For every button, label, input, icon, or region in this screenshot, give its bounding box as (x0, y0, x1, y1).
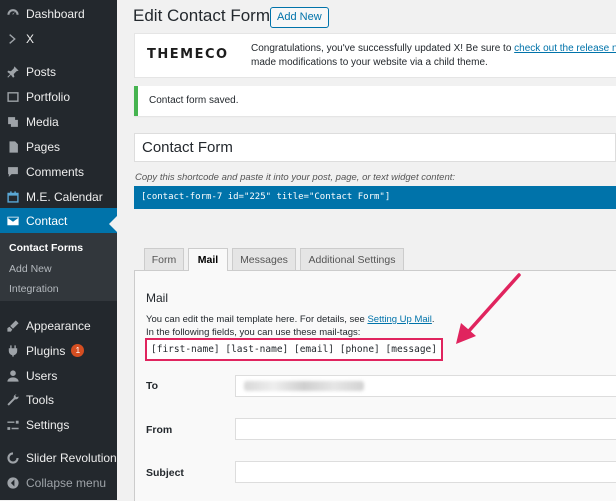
tools-icon (6, 393, 20, 407)
sidebar-item-label: X (26, 31, 35, 46)
to-label: To (146, 380, 159, 392)
from-label: From (146, 424, 173, 436)
sidebar-item-label: Users (26, 368, 58, 383)
pages-icon (6, 140, 20, 154)
sidebar-item-label: Slider Revolution (26, 450, 117, 465)
main-content: Edit Contact Form Add New THEMECO Congra… (117, 0, 616, 501)
page-title: Edit Contact Form (133, 6, 270, 25)
admin-sidebar: Dashboard X Posts Portfolio Media Pages … (0, 0, 117, 500)
shortcode-box[interactable]: [contact-form-7 id="225" title="Contact … (134, 186, 616, 209)
saved-notice-text: Contact form saved. (149, 95, 239, 106)
contact-submenu: Contact Forms Add New Integration (0, 233, 117, 301)
sidebar-item-settings[interactable]: Settings (0, 412, 117, 437)
notice-text: Congratulations, you've successfully upd… (251, 43, 515, 54)
submenu-integration[interactable]: Integration (9, 283, 59, 295)
sidebar-item-label: Portfolio (26, 89, 71, 104)
comments-icon (6, 165, 20, 179)
shortcode-label: Copy this shortcode and paste it into yo… (135, 172, 456, 183)
setting-up-mail-link[interactable]: Setting Up Mail (367, 314, 431, 325)
collapse-menu-button[interactable]: Collapse menu (0, 470, 117, 495)
mail-icon (6, 214, 20, 228)
plugins-icon (6, 344, 20, 358)
submenu-add-new[interactable]: Add New (9, 263, 52, 275)
sidebar-item-label: M.E. Calendar (26, 189, 103, 204)
pin-icon (6, 65, 20, 79)
subject-input[interactable] (235, 461, 616, 483)
sidebar-item-pages[interactable]: Pages (0, 134, 117, 159)
sidebar-item-label: Pages (26, 139, 61, 154)
themeco-logo: THEMECO (147, 47, 229, 62)
tab-additional-settings[interactable]: Additional Settings (300, 248, 404, 270)
sidebar-item-appearance[interactable]: Appearance (0, 313, 117, 338)
themeco-notice-text: Congratulations, you've successfully upd… (251, 42, 616, 70)
sidebar-item-media[interactable]: Media (0, 109, 117, 134)
sidebar-item-slider-revolution[interactable]: Slider Revolution (0, 445, 117, 470)
appearance-icon (6, 319, 20, 333)
subject-label: Subject (146, 467, 184, 479)
calendar-icon (6, 190, 20, 204)
sidebar-item-plugins[interactable]: Plugins 1 (0, 338, 117, 363)
sidebar-item-tools[interactable]: Tools (0, 387, 117, 412)
media-icon (6, 115, 20, 129)
themeco-update-notice: THEMECO Congratulations, you've successf… (134, 33, 616, 78)
sidebar-item-label: Contact (26, 213, 68, 228)
sidebar-item-comments[interactable]: Comments (0, 159, 117, 184)
release-notes-link[interactable]: check out the release not (514, 43, 616, 54)
dashboard-icon (6, 7, 20, 21)
users-icon (6, 369, 20, 383)
to-input[interactable] (235, 375, 616, 397)
notice-text-line2: made modifications to your website via a… (251, 57, 488, 68)
portfolio-icon (6, 90, 20, 104)
slider-icon (6, 451, 20, 465)
submenu-contact-forms[interactable]: Contact Forms (9, 242, 83, 254)
mail-tags-highlight: [first-name] [last-name] [email] [phone]… (145, 338, 443, 361)
sidebar-item-label: Comments (26, 164, 85, 179)
saved-notice: Contact form saved. (134, 86, 616, 116)
mail-heading: Mail (146, 291, 169, 305)
tab-form[interactable]: Form (144, 248, 184, 270)
sidebar-item-label: Settings (26, 417, 70, 432)
mail-tags-intro: In the following fields, you can use the… (146, 327, 361, 338)
sidebar-item-label: Appearance (26, 318, 91, 333)
sidebar-item-label: Dashboard (26, 6, 85, 21)
chevron-right-icon (6, 32, 20, 46)
tab-messages[interactable]: Messages (232, 248, 296, 270)
sidebar-item-x[interactable]: X (0, 26, 117, 51)
tab-mail[interactable]: Mail (188, 248, 228, 271)
sidebar-item-portfolio[interactable]: Portfolio (0, 84, 117, 109)
sidebar-item-dashboard[interactable]: Dashboard (0, 1, 117, 26)
settings-icon (6, 418, 20, 432)
sidebar-item-label: Tools (26, 392, 55, 407)
form-title-input[interactable]: Contact Form (134, 133, 616, 162)
collapse-icon (6, 476, 20, 490)
sidebar-item-users[interactable]: Users (0, 363, 117, 388)
sidebar-item-label: Posts (26, 64, 57, 79)
mail-description: You can edit the mail template here. For… (146, 314, 435, 325)
blurred-email-value (244, 381, 364, 391)
from-input[interactable] (235, 418, 616, 440)
sidebar-item-contact[interactable]: Contact (0, 208, 117, 233)
plugins-update-badge: 1 (71, 344, 85, 357)
desc-text: You can edit the mail template here. For… (146, 314, 368, 325)
add-new-button[interactable]: Add New (270, 7, 329, 28)
mail-panel: Mail You can edit the mail template here… (134, 270, 616, 501)
active-menu-pointer (109, 216, 117, 232)
sidebar-item-label: Media (26, 114, 59, 129)
sidebar-item-posts[interactable]: Posts (0, 59, 117, 84)
sidebar-item-label: Collapse menu (26, 475, 107, 490)
sidebar-item-me-calendar[interactable]: M.E. Calendar (0, 184, 117, 209)
sidebar-item-label: Plugins (26, 343, 66, 358)
desc-period: . (431, 314, 435, 325)
